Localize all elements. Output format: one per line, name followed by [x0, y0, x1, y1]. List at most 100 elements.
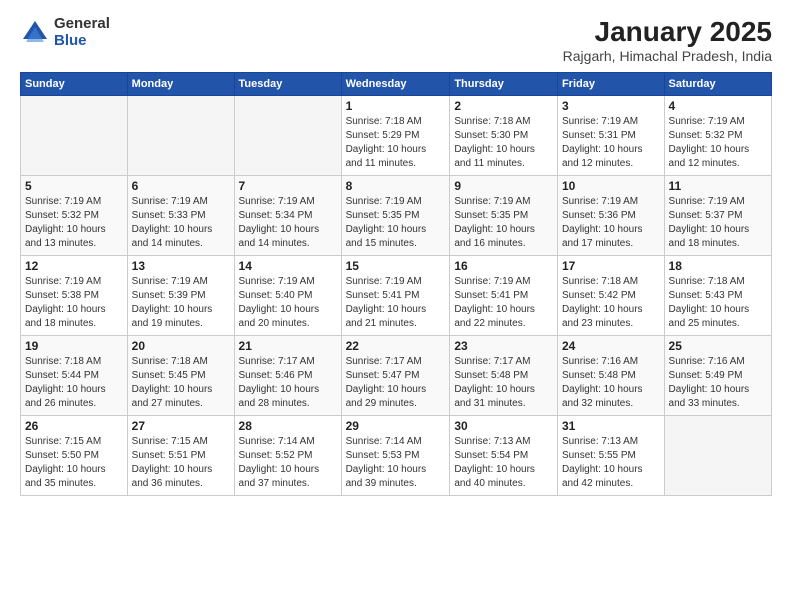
- weekday-header-tuesday: Tuesday: [234, 73, 341, 96]
- calendar-header: SundayMondayTuesdayWednesdayThursdayFrid…: [21, 73, 772, 96]
- weekday-header-sunday: Sunday: [21, 73, 128, 96]
- calendar-cell: 3 Sunrise: 7:19 AM Sunset: 5:31 PM Daylig…: [557, 96, 664, 176]
- day-info: Sunrise: 7:18 AM Sunset: 5:43 PM Dayligh…: [669, 275, 767, 331]
- day-info: Sunrise: 7:16 AM Sunset: 5:48 PM Dayligh…: [562, 355, 660, 411]
- calendar-cell: 9Sunrise: 7:19 AM Sunset: 5:35 PM Daylig…: [450, 176, 558, 256]
- day-number: 8: [346, 179, 446, 193]
- day-info: Sunrise: 7:19 AM Sunset: 5:37 PM Dayligh…: [669, 195, 767, 251]
- calendar-cell: 18 Sunrise: 7:18 AM Sunset: 5:43 PM Dayli…: [664, 256, 771, 336]
- day-info: Sunrise: 7:17 AM Sunset: 5:48 PM Dayligh…: [454, 355, 553, 411]
- calendar-cell: 29 Sunrise: 7:14 AM Sunset: 5:53 PM Dayli…: [341, 416, 450, 496]
- day-number: 3: [562, 99, 660, 113]
- day-info: Sunrise: 7:15 AM Sunset: 5:50 PM Dayligh…: [25, 435, 123, 491]
- day-info: Sunrise: 7:16 AM Sunset: 5:49 PM Dayligh…: [669, 355, 767, 411]
- day-number: 26: [25, 419, 123, 433]
- day-number: 6: [132, 179, 230, 193]
- day-info: Sunrise: 7:18 AM Sunset: 5:29 PM Dayligh…: [346, 115, 446, 171]
- day-number: 11: [669, 179, 767, 193]
- day-info: Sunrise: 7:19 AM Sunset: 5:36 PM Dayligh…: [562, 195, 660, 251]
- day-info: Sunrise: 7:13 AM Sunset: 5:55 PM Dayligh…: [562, 435, 660, 491]
- calendar-cell: 25Sunrise: 7:16 AM Sunset: 5:49 PM Dayli…: [664, 336, 771, 416]
- calendar-cell: [664, 416, 771, 496]
- day-number: 29: [346, 419, 446, 433]
- day-number: 16: [454, 259, 553, 273]
- calendar-cell: 10Sunrise: 7:19 AM Sunset: 5:36 PM Dayli…: [557, 176, 664, 256]
- title-location: Rajgarh, Himachal Pradesh, India: [563, 48, 772, 64]
- calendar-cell: 24 Sunrise: 7:16 AM Sunset: 5:48 PM Dayli…: [557, 336, 664, 416]
- logo-blue: Blue: [54, 33, 110, 50]
- calendar-cell: 30Sunrise: 7:13 AM Sunset: 5:54 PM Dayli…: [450, 416, 558, 496]
- day-number: 1: [346, 99, 446, 113]
- day-info: Sunrise: 7:19 AM Sunset: 5:39 PM Dayligh…: [132, 275, 230, 331]
- logo: General Blue: [20, 16, 110, 49]
- day-info: Sunrise: 7:19 AM Sunset: 5:31 PM Dayligh…: [562, 115, 660, 171]
- day-info: Sunrise: 7:18 AM Sunset: 5:45 PM Dayligh…: [132, 355, 230, 411]
- calendar-cell: 12 Sunrise: 7:19 AM Sunset: 5:38 PM Dayli…: [21, 256, 128, 336]
- day-info: Sunrise: 7:18 AM Sunset: 5:44 PM Dayligh…: [25, 355, 123, 411]
- day-info: Sunrise: 7:14 AM Sunset: 5:53 PM Dayligh…: [346, 435, 446, 491]
- calendar-cell: 5 Sunrise: 7:19 AM Sunset: 5:32 PM Daylig…: [21, 176, 128, 256]
- calendar-week-1: 1 Sunrise: 7:18 AM Sunset: 5:29 PM Daylig…: [21, 96, 772, 176]
- day-info: Sunrise: 7:19 AM Sunset: 5:35 PM Dayligh…: [346, 195, 446, 251]
- weekday-header-wednesday: Wednesday: [341, 73, 450, 96]
- day-number: 9: [454, 179, 553, 193]
- day-info: Sunrise: 7:19 AM Sunset: 5:32 PM Dayligh…: [25, 195, 123, 251]
- title-month: January 2025: [563, 16, 772, 48]
- calendar-cell: 16 Sunrise: 7:19 AM Sunset: 5:41 PM Dayli…: [450, 256, 558, 336]
- calendar-cell: 17 Sunrise: 7:18 AM Sunset: 5:42 PM Dayli…: [557, 256, 664, 336]
- calendar-cell: 8 Sunrise: 7:19 AM Sunset: 5:35 PM Daylig…: [341, 176, 450, 256]
- day-number: 4: [669, 99, 767, 113]
- calendar-cell: 6 Sunrise: 7:19 AM Sunset: 5:33 PM Daylig…: [127, 176, 234, 256]
- day-info: Sunrise: 7:19 AM Sunset: 5:41 PM Dayligh…: [454, 275, 553, 331]
- day-number: 24: [562, 339, 660, 353]
- day-number: 13: [132, 259, 230, 273]
- day-number: 30: [454, 419, 553, 433]
- day-number: 14: [239, 259, 337, 273]
- day-number: 15: [346, 259, 446, 273]
- day-info: Sunrise: 7:17 AM Sunset: 5:46 PM Dayligh…: [239, 355, 337, 411]
- calendar-cell: 26 Sunrise: 7:15 AM Sunset: 5:50 PM Dayli…: [21, 416, 128, 496]
- day-info: Sunrise: 7:19 AM Sunset: 5:33 PM Dayligh…: [132, 195, 230, 251]
- logo-text: General Blue: [54, 16, 110, 49]
- day-info: Sunrise: 7:14 AM Sunset: 5:52 PM Dayligh…: [239, 435, 337, 491]
- weekday-header-monday: Monday: [127, 73, 234, 96]
- title-block: January 2025 Rajgarh, Himachal Pradesh, …: [563, 16, 772, 64]
- day-info: Sunrise: 7:19 AM Sunset: 5:41 PM Dayligh…: [346, 275, 446, 331]
- day-info: Sunrise: 7:17 AM Sunset: 5:47 PM Dayligh…: [346, 355, 446, 411]
- weekday-header-thursday: Thursday: [450, 73, 558, 96]
- day-info: Sunrise: 7:18 AM Sunset: 5:42 PM Dayligh…: [562, 275, 660, 331]
- calendar-cell: 27Sunrise: 7:15 AM Sunset: 5:51 PM Dayli…: [127, 416, 234, 496]
- calendar-cell: [21, 96, 128, 176]
- calendar: SundayMondayTuesdayWednesdayThursdayFrid…: [20, 72, 772, 496]
- calendar-cell: 15 Sunrise: 7:19 AM Sunset: 5:41 PM Dayli…: [341, 256, 450, 336]
- day-info: Sunrise: 7:19 AM Sunset: 5:38 PM Dayligh…: [25, 275, 123, 331]
- calendar-week-5: 26 Sunrise: 7:15 AM Sunset: 5:50 PM Dayli…: [21, 416, 772, 496]
- day-number: 19: [25, 339, 123, 353]
- day-number: 7: [239, 179, 337, 193]
- calendar-cell: 28 Sunrise: 7:14 AM Sunset: 5:52 PM Dayli…: [234, 416, 341, 496]
- calendar-cell: 11 Sunrise: 7:19 AM Sunset: 5:37 PM Dayli…: [664, 176, 771, 256]
- day-number: 2: [454, 99, 553, 113]
- day-number: 12: [25, 259, 123, 273]
- calendar-cell: 20Sunrise: 7:18 AM Sunset: 5:45 PM Dayli…: [127, 336, 234, 416]
- calendar-cell: [127, 96, 234, 176]
- calendar-cell: 7Sunrise: 7:19 AM Sunset: 5:34 PM Daylig…: [234, 176, 341, 256]
- day-number: 21: [239, 339, 337, 353]
- header: General Blue January 2025 Rajgarh, Himac…: [20, 16, 772, 64]
- day-info: Sunrise: 7:15 AM Sunset: 5:51 PM Dayligh…: [132, 435, 230, 491]
- calendar-cell: 2 Sunrise: 7:18 AM Sunset: 5:30 PM Daylig…: [450, 96, 558, 176]
- calendar-week-2: 5 Sunrise: 7:19 AM Sunset: 5:32 PM Daylig…: [21, 176, 772, 256]
- day-number: 17: [562, 259, 660, 273]
- logo-icon: [20, 18, 50, 48]
- day-info: Sunrise: 7:19 AM Sunset: 5:32 PM Dayligh…: [669, 115, 767, 171]
- page: General Blue January 2025 Rajgarh, Himac…: [0, 0, 792, 612]
- day-number: 28: [239, 419, 337, 433]
- day-info: Sunrise: 7:19 AM Sunset: 5:40 PM Dayligh…: [239, 275, 337, 331]
- calendar-cell: 19 Sunrise: 7:18 AM Sunset: 5:44 PM Dayli…: [21, 336, 128, 416]
- calendar-body: 1 Sunrise: 7:18 AM Sunset: 5:29 PM Daylig…: [21, 96, 772, 496]
- day-number: 5: [25, 179, 123, 193]
- weekday-header-saturday: Saturday: [664, 73, 771, 96]
- calendar-cell: 13 Sunrise: 7:19 AM Sunset: 5:39 PM Dayli…: [127, 256, 234, 336]
- day-number: 18: [669, 259, 767, 273]
- day-info: Sunrise: 7:18 AM Sunset: 5:30 PM Dayligh…: [454, 115, 553, 171]
